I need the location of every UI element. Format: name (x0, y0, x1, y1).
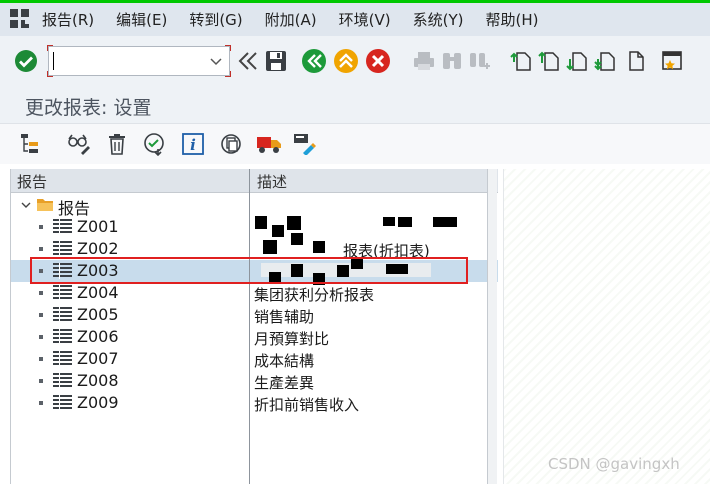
find-next-icon[interactable] (466, 47, 494, 75)
menu-environment[interactable]: 环境(V) (339, 9, 391, 30)
table-row[interactable]: Z004 集团获利分析报表 (11, 282, 498, 304)
report-id: Z007 (77, 349, 119, 368)
column-header-description[interactable]: 描述 (257, 171, 287, 192)
enter-check-icon[interactable] (12, 47, 40, 75)
title-bar: 更改报表: 设置 (0, 86, 710, 124)
command-input[interactable] (49, 47, 199, 75)
report-description: 成本結構 (254, 352, 315, 370)
report-description: 折扣前销售收入 (254, 396, 360, 414)
table-row[interactable]: Z007 成本結構 (11, 348, 498, 370)
folder-open-icon (36, 197, 54, 216)
menu-extras[interactable]: 附加(A) (265, 9, 317, 30)
hierarchy-icon[interactable] (18, 131, 44, 157)
report-id: Z006 (77, 327, 119, 346)
tree-root-row[interactable]: 报告 (11, 194, 498, 218)
table-row[interactable]: Z005 销售辅助 (11, 304, 498, 326)
annotation-highlight-box (30, 257, 468, 284)
detail-pane (503, 169, 710, 484)
print-icon[interactable] (410, 47, 438, 75)
report-id: Z005 (77, 305, 119, 324)
svg-text:i: i (190, 136, 196, 154)
report-id: Z008 (77, 371, 119, 390)
report-table-icon (53, 395, 72, 411)
copy-icon[interactable] (218, 131, 244, 157)
info-icon[interactable]: i (180, 131, 206, 157)
cancel-icon[interactable] (364, 47, 392, 75)
table-row[interactable]: Z008 生產差異 (11, 370, 498, 392)
display-change-icon[interactable] (66, 131, 92, 157)
report-id: Z001 (77, 217, 119, 236)
page-title: 更改报表: 设置 (25, 97, 152, 119)
menu-bar: 报告(R) 编辑(E) 转到(G) 附加(A) 环境(V) 系统(Y) 帮助(H… (0, 0, 710, 36)
report-description: 集团获利分析报表 (254, 286, 375, 304)
report-id: Z009 (77, 393, 119, 412)
menu-system[interactable]: 系统(Y) (413, 9, 464, 30)
table-row[interactable]: Z006 月預算對比 (11, 326, 498, 348)
check-icon[interactable] (142, 131, 168, 157)
report-table-icon (53, 373, 72, 389)
report-description: 销售辅助 (254, 308, 315, 326)
table-row[interactable]: Z009 折扣前销售收入 (11, 392, 498, 414)
new-session-icon[interactable] (658, 47, 686, 75)
back-icon[interactable] (300, 47, 328, 75)
find-icon[interactable] (438, 47, 466, 75)
report-table-icon (53, 285, 72, 301)
transport-truck-icon[interactable] (256, 131, 282, 157)
next-page-icon[interactable] (564, 47, 592, 75)
column-divider[interactable] (249, 169, 250, 484)
chevron-down-icon[interactable] (209, 53, 223, 72)
menu-goto[interactable]: 转到(G) (189, 9, 242, 30)
report-table-icon (53, 241, 72, 257)
report-tree: 报告 描述 报告 Z001 Z002 报表(折扣表) Z003 Z004 集团获… (10, 169, 498, 484)
last-page-icon[interactable] (592, 47, 620, 75)
delete-icon[interactable] (104, 131, 130, 157)
menu-edit[interactable]: 编辑(E) (116, 9, 167, 30)
tree-scrollbar[interactable] (487, 169, 497, 484)
menu-help[interactable]: 帮助(H) (485, 9, 538, 30)
application-toolbar: i (0, 124, 710, 164)
previous-page-icon[interactable] (536, 47, 564, 75)
exit-icon[interactable] (332, 47, 360, 75)
page-icon[interactable] (622, 47, 650, 75)
report-table-icon (53, 329, 72, 345)
save-icon[interactable] (262, 47, 290, 75)
report-description: 生產差異 (254, 374, 315, 392)
command-field[interactable] (47, 45, 231, 77)
report-id: Z002 (77, 239, 119, 258)
report-table-icon (53, 307, 72, 323)
report-description: 月預算對比 (254, 330, 330, 348)
sap-menu-icon[interactable] (10, 8, 32, 31)
collapse-command-icon[interactable] (234, 47, 262, 75)
standard-toolbar (0, 36, 710, 86)
expand-icon[interactable] (20, 196, 32, 215)
tree-header: 报告 描述 (11, 169, 498, 193)
report-table-icon (53, 219, 72, 235)
menu-report[interactable]: 报告(R) (42, 9, 94, 30)
watermark: CSDN @gavingxh (548, 455, 680, 473)
edit-text-icon[interactable] (292, 131, 318, 157)
first-page-icon[interactable] (508, 47, 536, 75)
report-table-icon (53, 351, 72, 367)
column-header-report[interactable]: 报告 (17, 171, 47, 192)
report-id: Z004 (77, 283, 119, 302)
